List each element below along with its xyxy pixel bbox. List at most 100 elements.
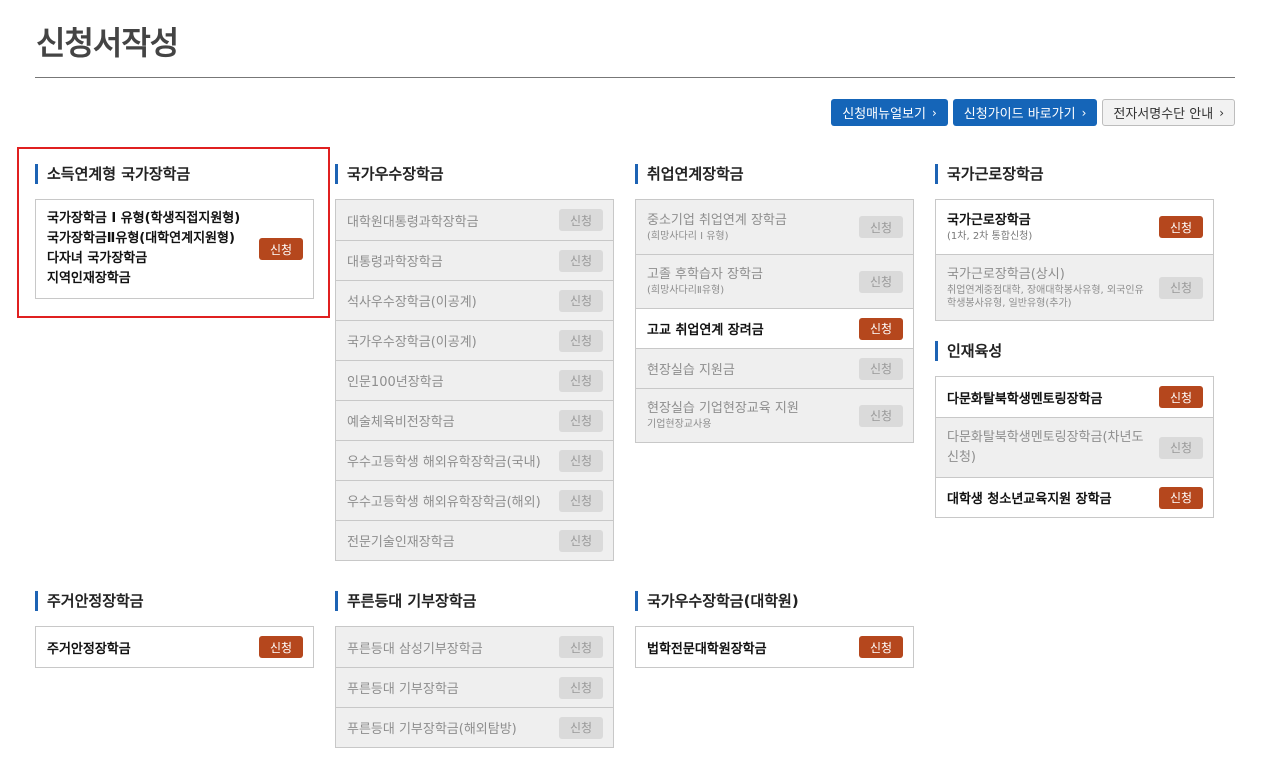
- apply-button-disabled[interactable]: 신청: [559, 329, 603, 352]
- apply-button[interactable]: 신청: [859, 636, 903, 658]
- list-item: 국가근로장학금 (1차, 2차 통합신청) 신청: [936, 200, 1213, 254]
- list-item: 푸른등대 삼성기부장학금 신청: [336, 627, 613, 667]
- item-sublabel: (희망사다리 I 유형): [647, 230, 729, 242]
- chevron-right-icon: ›: [931, 105, 937, 120]
- apply-button[interactable]: 신청: [259, 636, 303, 658]
- apply-button-disabled[interactable]: 신청: [859, 404, 903, 427]
- list-item: 우수고등학생 해외유학장학금(해외) 신청: [336, 480, 613, 520]
- list-item: 국가근로장학금(상시) 취업연계중점대학, 장애대학봉사유형, 외국인유학생봉사유…: [936, 254, 1213, 320]
- item-label: 국가근로장학금: [947, 212, 1031, 228]
- apply-button[interactable]: 신청: [1159, 386, 1203, 408]
- list-item: 중소기업 취업연계 장학금 (희망사다리 I 유형) 신청: [636, 200, 913, 254]
- item-label: 주거안정장학금: [47, 641, 131, 657]
- section-employment-linked: 취업연계장학금 중소기업 취업연계 장학금 (희망사다리 I 유형) 신청 고졸 …: [635, 164, 914, 443]
- section-box: 법학전문대학원장학금 신청: [635, 626, 914, 668]
- item-label: 푸른등대 기부장학금: [347, 682, 459, 697]
- section-title: 국가우수장학금(대학원): [635, 591, 914, 611]
- list-item: 대통령과학장학금 신청: [336, 240, 613, 280]
- apply-button-disabled[interactable]: 신청: [559, 636, 603, 658]
- item-sublabel: 취업연계중점대학, 장애대학봉사유형, 외국인유학생봉사유형, 일반유형(추가): [947, 284, 1144, 309]
- item-label: 석사우수장학금(이공계): [347, 295, 477, 310]
- item-label-group: 국가장학금 I 유형(학생직접지원형) 국가장학금Ⅱ유형(대학연계지원형) 다자…: [47, 209, 240, 289]
- item-label: 푸른등대 기부장학금(해외탐방): [347, 722, 517, 737]
- section-box: 대학원대통령과학장학금 신청 대통령과학장학금 신청 석사우수장학금(이공계) 신청 …: [335, 199, 614, 561]
- item-sublabel: 기업현장교사용: [647, 419, 712, 430]
- item-label: 국가우수장학금(이공계): [347, 335, 477, 350]
- apply-button-disabled[interactable]: 신청: [559, 716, 603, 739]
- guide-button[interactable]: 신청가이드 바로가기 ›: [952, 99, 1098, 126]
- apply-button-disabled[interactable]: 신청: [559, 289, 603, 312]
- apply-button-disabled[interactable]: 신청: [559, 449, 603, 472]
- item-label: 다문화탈북학생멘토링장학금(차년도 신청): [947, 429, 1144, 465]
- section-title: 푸른등대 기부장학금: [335, 591, 614, 611]
- list-item: 전문기술인재장학금 신청: [336, 520, 613, 560]
- section-title: 국가우수장학금: [335, 164, 614, 184]
- item-label: 예술체육비전장학금: [347, 415, 455, 430]
- section-box: 다문화탈북학생멘토링장학금 신청 다문화탈북학생멘토링장학금(차년도 신청) 신…: [935, 376, 1214, 518]
- section-national-excellence-graduate: 국가우수장학금(대학원) 법학전문대학원장학금 신청: [635, 591, 914, 668]
- apply-button[interactable]: 신청: [259, 238, 303, 260]
- list-item: 우수고등학생 해외유학장학금(국내) 신청: [336, 440, 613, 480]
- apply-button-disabled[interactable]: 신청: [859, 216, 903, 238]
- list-item: 현장실습 지원금 신청: [636, 348, 913, 388]
- apply-button[interactable]: 신청: [859, 317, 903, 340]
- list-item: 국가장학금 I 유형(학생직접지원형) 국가장학금Ⅱ유형(대학연계지원형) 다자…: [36, 200, 313, 298]
- section-national-work: 국가근로장학금 국가근로장학금 (1차, 2차 통합신청) 신청 국가근로장학금(…: [935, 164, 1214, 321]
- manual-button[interactable]: 신청매뉴얼보기 ›: [831, 99, 948, 126]
- e-signature-guide-button[interactable]: 전자서명수단 안내 ›: [1102, 99, 1235, 126]
- item-label: 대학생 청소년교육지원 장학금: [947, 492, 1112, 507]
- page-title: 신청서작성: [36, 24, 179, 62]
- apply-button-disabled[interactable]: 신청: [559, 676, 603, 699]
- item-label: 인문100년장학금: [347, 375, 444, 390]
- item-label: 고졸 후학습자 장학금: [647, 267, 763, 282]
- section-income-linked: 소득연계형 국가장학금 국가장학금 I 유형(학생직접지원형) 국가장학금Ⅱ유형…: [35, 164, 314, 299]
- apply-button-disabled[interactable]: 신청: [859, 357, 903, 380]
- apply-button-disabled[interactable]: 신청: [1159, 436, 1203, 459]
- item-label: 현장실습 기업현장교육 지원: [647, 401, 799, 416]
- item-label: 지역인재장학금: [47, 271, 131, 286]
- section-title: 국가근로장학금: [935, 164, 1214, 184]
- item-label: 국가장학금Ⅱ유형(대학연계지원형): [47, 231, 235, 246]
- section-title: 인재육성: [935, 341, 1214, 361]
- list-item: 고교 취업연계 장려금 신청: [636, 308, 913, 348]
- title-divider: [35, 77, 1235, 78]
- section-housing-stability: 주거안정장학금 주거안정장학금 신청: [35, 591, 314, 668]
- list-item: 푸른등대 기부장학금 신청: [336, 667, 613, 707]
- apply-button-disabled[interactable]: 신청: [559, 249, 603, 272]
- chevron-right-icon: ›: [1219, 105, 1224, 120]
- section-box: 주거안정장학금 신청: [35, 626, 314, 668]
- apply-button-disabled[interactable]: 신청: [559, 489, 603, 512]
- apply-button-disabled[interactable]: 신청: [559, 369, 603, 392]
- section-box: 중소기업 취업연계 장학금 (희망사다리 I 유형) 신청 고졸 후학습자 장학금…: [635, 199, 914, 443]
- list-item: 주거안정장학금 신청: [36, 627, 313, 667]
- section-title: 소득연계형 국가장학금: [35, 164, 314, 184]
- list-item: 다문화탈북학생멘토링장학금 신청: [936, 377, 1213, 417]
- section-blue-lighthouse-donation: 푸른등대 기부장학금 푸른등대 삼성기부장학금 신청 푸른등대 기부장학금 신청 푸…: [335, 591, 614, 748]
- list-item: 대학생 청소년교육지원 장학금 신청: [936, 477, 1213, 517]
- section-title: 주거안정장학금: [35, 591, 314, 611]
- item-label: 푸른등대 삼성기부장학금: [347, 641, 483, 657]
- list-item: 고졸 후학습자 장학금 (희망사다리Ⅱ유형) 신청: [636, 254, 913, 308]
- apply-button-disabled[interactable]: 신청: [559, 409, 603, 432]
- top-button-group: 신청매뉴얼보기 › 신청가이드 바로가기 › 전자서명수단 안내 ›: [831, 99, 1235, 126]
- apply-button[interactable]: 신청: [1159, 486, 1203, 509]
- list-item: 법학전문대학원장학금 신청: [636, 627, 913, 667]
- apply-button[interactable]: 신청: [1159, 216, 1203, 238]
- list-item: 현장실습 기업현장교육 지원기업현장교사용 신청: [636, 388, 913, 442]
- item-label: 국가장학금 I 유형(학생직접지원형): [47, 211, 241, 226]
- item-label: 다자녀 국가장학금: [47, 251, 148, 266]
- apply-button-disabled[interactable]: 신청: [859, 270, 903, 293]
- item-label: 국가근로장학금(상시): [947, 266, 1065, 282]
- manual-button-label: 신청매뉴얼보기: [842, 107, 926, 122]
- list-item: 예술체육비전장학금 신청: [336, 400, 613, 440]
- section-box: 국가근로장학금 (1차, 2차 통합신청) 신청 국가근로장학금(상시) 취업연계중…: [935, 199, 1214, 321]
- apply-button-disabled[interactable]: 신청: [559, 209, 603, 231]
- item-sublabel: (1차, 2차 통합신청): [947, 230, 1033, 242]
- list-item: 석사우수장학금(이공계) 신청: [336, 280, 613, 320]
- apply-button-disabled[interactable]: 신청: [559, 529, 603, 552]
- item-label: 전문기술인재장학금: [347, 535, 455, 550]
- item-label: 중소기업 취업연계 장학금: [647, 212, 787, 228]
- apply-button-disabled[interactable]: 신청: [1159, 276, 1203, 299]
- item-label: 대학원대통령과학장학금: [347, 214, 479, 230]
- item-label: 법학전문대학원장학금: [647, 641, 767, 657]
